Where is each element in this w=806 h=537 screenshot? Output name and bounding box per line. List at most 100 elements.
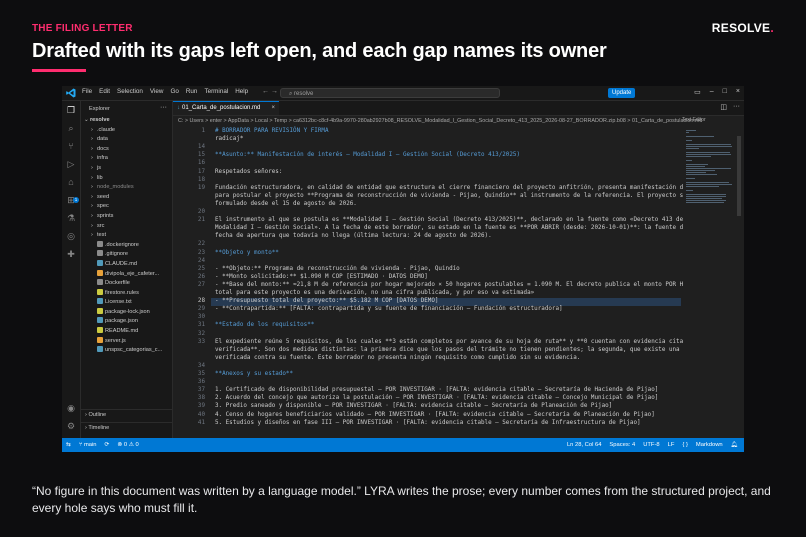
menu-item-selection[interactable]: Selection <box>117 88 143 95</box>
code-line[interactable]: radicaj* <box>215 136 243 142</box>
scrollbar-thumb[interactable] <box>737 136 741 216</box>
tree-folder[interactable]: › infra <box>81 154 172 164</box>
code-line[interactable]: 1. Certificado de disponibilidad presupu… <box>215 387 658 393</box>
minimap[interactable] <box>683 126 735 438</box>
indentation[interactable]: Spaces: 4 <box>609 438 635 452</box>
maximize-icon[interactable]: □ <box>723 88 727 96</box>
branch-indicator[interactable]: ⑂ main <box>79 438 97 452</box>
editor-scrollbar[interactable] <box>736 126 742 438</box>
tree-folder[interactable]: › node_modules <box>81 183 172 193</box>
code-line[interactable]: verificada**. Son dos medidas distintas:… <box>215 347 683 353</box>
tree-file[interactable]: License.txt <box>81 298 172 308</box>
code-line[interactable]: - **Monto solicitado:** $1.090 M COP [ES… <box>215 274 428 280</box>
code-line[interactable]: 5. Estudios y diseños en fase III — POR … <box>215 420 641 426</box>
more-actions-icon[interactable]: ··· <box>160 104 167 111</box>
nav-arrows-icon[interactable]: ← → <box>262 88 278 95</box>
end-of-line[interactable]: LF <box>668 438 675 452</box>
code-line[interactable]: para postular el proyecto **Programa de … <box>215 193 683 199</box>
command-center-search[interactable]: ⌕ resolve <box>280 88 500 98</box>
code-line[interactable]: 2. Acuerdo del concejo que autoriza la p… <box>215 395 658 401</box>
remote-status-icon[interactable]: ⇆ <box>66 438 71 452</box>
split-editor-icon[interactable]: ◫ <box>720 103 727 111</box>
close-tab-icon[interactable]: × <box>271 102 275 115</box>
account-icon[interactable]: ◉ <box>66 403 76 413</box>
tree-folder[interactable]: › docs <box>81 145 172 155</box>
puzzle-icon[interactable]: ✚ <box>66 249 76 259</box>
code-line[interactable]: Modalidad I — Gestión Social». A la fech… <box>215 225 683 231</box>
menu-item-file[interactable]: File <box>82 88 92 95</box>
run-debug-icon[interactable]: ▷ <box>66 159 76 169</box>
code-line[interactable]: - **Contrapartida:** [FALTA: contraparti… <box>215 306 563 312</box>
encoding[interactable]: UTF-8 <box>643 438 659 452</box>
code-line[interactable]: formulado desde el 15 de agosto de 2026. <box>215 201 357 207</box>
tree-folder[interactable]: › spec <box>81 202 172 212</box>
tree-folder[interactable]: › seed <box>81 193 172 203</box>
notifications-bell-icon[interactable]: 🔔︎ <box>731 438 738 452</box>
tree-file[interactable]: server.js <box>81 336 172 347</box>
tree-file[interactable]: package.json <box>81 317 172 327</box>
tree-root-folder[interactable]: ⌄resolve <box>81 116 172 126</box>
tree-file[interactable]: .gitignore <box>81 250 172 260</box>
cursor-position[interactable]: Ln 28, Col 64 <box>567 438 601 452</box>
menu-item-edit[interactable]: Edit <box>99 88 110 95</box>
tab-carta-postulacion[interactable]: ↓ 01_Carta_de_postulacion.md × <box>173 101 279 115</box>
settings-gear-icon[interactable]: ⚙ <box>66 421 76 431</box>
timeline-section[interactable]: › Timeline <box>81 422 172 432</box>
menu-item-terminal[interactable]: Terminal <box>204 88 228 95</box>
source-control-icon[interactable]: ⑂ <box>66 141 76 151</box>
code-line[interactable]: 4. Censo de hogares beneficiarios valida… <box>215 412 655 418</box>
code-line[interactable]: - **Objeto:** Programa de reconstrucción… <box>215 266 460 272</box>
problems-indicator[interactable]: ⊗ 0 ⚠ 0 <box>117 438 138 452</box>
tree-file[interactable]: .dockerignore <box>81 240 172 251</box>
tree-file[interactable]: Dockerfile <box>81 279 172 289</box>
code-line[interactable]: **Anexos y su estado** <box>215 371 293 377</box>
code-line[interactable]: **Asunto:** Manifestación de interés — M… <box>215 152 520 158</box>
tree-file[interactable]: README.md <box>81 327 172 337</box>
menu-item-run[interactable]: Run <box>186 88 198 95</box>
search-view-icon[interactable]: ⌕ <box>66 123 76 133</box>
close-window-icon[interactable]: × <box>736 88 740 96</box>
code-line[interactable]: Respetados señores: <box>215 169 282 175</box>
code-line[interactable]: fecha de apertura que todavía no llega (… <box>215 233 492 239</box>
code-line[interactable]: **Objeto y monto** <box>215 250 279 256</box>
editor-more-icon[interactable]: ··· <box>733 103 740 111</box>
remote-icon[interactable]: ⌂ <box>66 177 76 187</box>
code-line[interactable]: # BORRADOR PARA REVISIÓN Y FIRMA <box>215 128 329 134</box>
layout-icon[interactable]: ▭ <box>694 88 701 96</box>
menu-item-help[interactable]: Help <box>235 88 248 95</box>
tree-file[interactable]: package-lock.json <box>81 307 172 318</box>
language-braces-icon[interactable]: { } <box>682 438 687 452</box>
menu-item-view[interactable]: View <box>150 88 164 95</box>
database-icon[interactable]: ◎ <box>66 231 76 241</box>
code-editor[interactable]: 1 # BORRADOR PARA REVISIÓN Y FIRMA radicaj… <box>173 126 683 438</box>
tree-folder[interactable]: › data <box>81 135 172 145</box>
minimize-icon[interactable]: – <box>710 88 714 96</box>
explorer-icon[interactable]: ❐ <box>66 105 76 115</box>
menu-item-go[interactable]: Go <box>170 88 178 95</box>
code-line[interactable]: 3. Predio saneado y disponible — POR INV… <box>215 403 612 409</box>
tree-folder[interactable]: › lib <box>81 174 172 184</box>
code-line[interactable]: verificada contra su fuente. Este borrad… <box>215 355 580 361</box>
code-line[interactable]: **Estado de los requisitos** <box>215 322 314 328</box>
tree-folder[interactable]: › js <box>81 164 172 174</box>
code-line[interactable]: Fundación estructuradora, en calidad de … <box>215 185 683 191</box>
tree-file[interactable]: divipola_eje_cafeter... <box>81 269 172 280</box>
tree-folder[interactable]: › .claude <box>81 126 172 136</box>
update-button[interactable]: Update <box>608 88 636 98</box>
language-mode[interactable]: Markdown <box>696 438 723 452</box>
tree-folder[interactable]: › src <box>81 222 172 232</box>
tree-file[interactable]: CLAUDE.md <box>81 259 172 270</box>
code-line[interactable]: - **Presupuesto total del proyecto:** $5… <box>215 298 438 304</box>
tree-file[interactable]: firestore.rules <box>81 288 172 299</box>
sync-icon[interactable]: ⟳ <box>105 438 110 452</box>
code-line[interactable]: El expediente reúne 5 requisitos, de los… <box>215 339 683 345</box>
tree-folder[interactable]: › test <box>81 231 172 241</box>
tree-folder[interactable]: › sprints <box>81 212 172 222</box>
code-line[interactable]: total para este proyecto es una derivaci… <box>215 290 534 296</box>
testing-icon[interactable]: ⚗ <box>66 213 76 223</box>
code-line[interactable]: - **Base del monto:** ≈21,8 M de referen… <box>215 282 683 288</box>
code-line[interactable]: El instrumento al que se postula es **Mo… <box>215 217 683 223</box>
tree-file[interactable]: unspsc_categorias_c... <box>81 346 172 356</box>
breadcrumb[interactable]: C: > Users > enter > AppData > Local > T… <box>173 116 744 126</box>
outline-section[interactable]: › Outline <box>81 409 172 419</box>
